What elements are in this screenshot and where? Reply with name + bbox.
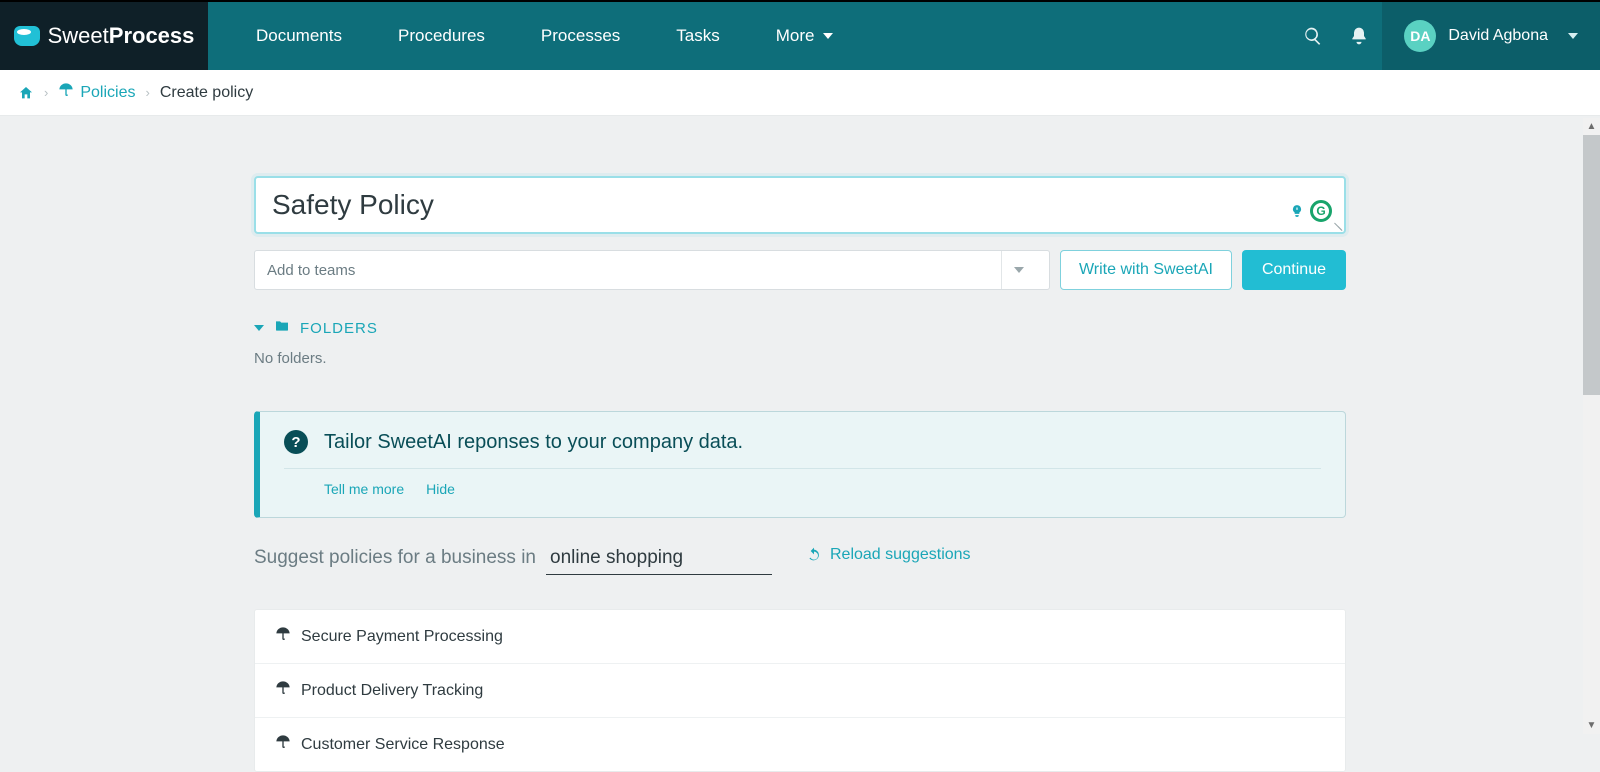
scroll-down-icon[interactable]: ▼	[1583, 717, 1600, 734]
folders-empty: No folders.	[254, 350, 1346, 367]
teams-row: Add to teams Write with SweetAI Continue	[254, 250, 1346, 290]
nav-processes[interactable]: Processes	[541, 26, 620, 46]
brand-logo[interactable]: SweetProcess	[0, 2, 208, 70]
user-name: David Agbona	[1448, 27, 1548, 45]
umbrella-icon	[275, 626, 291, 647]
write-with-sweetai-button[interactable]: Write with SweetAI	[1060, 250, 1232, 290]
umbrella-icon	[275, 734, 291, 755]
suggestion-item[interactable]: Secure Payment Processing	[255, 610, 1345, 663]
breadcrumb-policies[interactable]: Policies	[58, 82, 135, 103]
suggestion-item[interactable]: Product Delivery Tracking	[255, 663, 1345, 717]
policy-title-field[interactable]: G	[254, 176, 1346, 234]
folders-toggle[interactable]: FOLDERS	[254, 318, 1346, 338]
brand-text-bold: Process	[109, 23, 195, 49]
continue-button[interactable]: Continue	[1242, 250, 1346, 290]
chevron-down-icon	[823, 33, 833, 39]
suggest-row: Suggest policies for a business in Reloa…	[254, 544, 1346, 575]
top-navbar: SweetProcess Documents Procedures Proces…	[0, 0, 1600, 70]
bell-icon[interactable]	[1336, 2, 1382, 70]
suggestion-label: Customer Service Response	[301, 736, 505, 754]
sweetai-headline: Tailor SweetAI reponses to your company …	[324, 431, 743, 454]
scroll-thumb[interactable]	[1583, 135, 1600, 395]
tell-me-more-link[interactable]: Tell me more	[324, 481, 404, 497]
breadcrumb-sep: ›	[145, 85, 149, 100]
grammarly-icon[interactable]: G	[1310, 200, 1332, 222]
suggestion-label: Secure Payment Processing	[301, 628, 503, 646]
folder-icon	[274, 318, 290, 338]
chevron-down-icon	[1568, 33, 1578, 39]
hide-link[interactable]: Hide	[426, 481, 455, 497]
nav-links: Documents Procedures Processes Tasks Mor…	[208, 2, 833, 70]
nav-right: DA David Agbona	[1290, 2, 1600, 70]
breadcrumb-current: Create policy	[160, 84, 253, 102]
business-type-input[interactable]	[546, 544, 772, 575]
teams-select[interactable]: Add to teams	[254, 250, 1050, 290]
nav-more[interactable]: More	[776, 26, 833, 46]
chevron-down-icon	[1014, 267, 1024, 273]
nav-more-label: More	[776, 26, 815, 46]
scrollbar[interactable]: ▲ ▼	[1583, 118, 1600, 734]
suggestions-list: Secure Payment Processing Product Delive…	[254, 609, 1346, 772]
breadcrumb-sep: ›	[44, 85, 48, 100]
folders-label: FOLDERS	[300, 320, 378, 337]
breadcrumb: › Policies › Create policy	[0, 70, 1600, 116]
help-icon: ?	[284, 430, 308, 454]
folders-section: FOLDERS No folders.	[254, 318, 1346, 367]
scroll-up-icon[interactable]: ▲	[1583, 118, 1600, 135]
divider	[284, 468, 1321, 469]
suggestion-item[interactable]: Customer Service Response	[255, 717, 1345, 771]
teams-caret[interactable]	[1001, 251, 1037, 289]
brand-icon	[14, 26, 40, 46]
reload-label: Reload suggestions	[830, 546, 971, 564]
search-icon[interactable]	[1290, 2, 1336, 70]
title-tools: G	[1288, 200, 1332, 222]
brand-text-thin: Sweet	[48, 23, 109, 49]
nav-procedures[interactable]: Procedures	[398, 26, 485, 46]
umbrella-icon	[275, 680, 291, 701]
nav-documents[interactable]: Documents	[256, 26, 342, 46]
nav-tasks[interactable]: Tasks	[676, 26, 719, 46]
reload-suggestions[interactable]: Reload suggestions	[806, 546, 971, 564]
policy-title-input[interactable]	[270, 188, 1288, 222]
suggest-lead: Suggest policies for a business in	[254, 547, 536, 569]
breadcrumb-home[interactable]	[18, 85, 34, 101]
user-menu[interactable]: DA David Agbona	[1382, 2, 1600, 70]
lightbulb-icon[interactable]	[1288, 202, 1306, 220]
sweetai-panel: ? Tailor SweetAI reponses to your compan…	[254, 411, 1346, 518]
avatar: DA	[1404, 20, 1436, 52]
resize-handle-icon[interactable]	[1330, 218, 1342, 230]
suggestion-label: Product Delivery Tracking	[301, 682, 483, 700]
page-body: G Add to teams Write with SweetAI Contin…	[0, 116, 1600, 772]
chevron-down-icon	[254, 325, 264, 331]
teams-placeholder: Add to teams	[267, 262, 355, 279]
